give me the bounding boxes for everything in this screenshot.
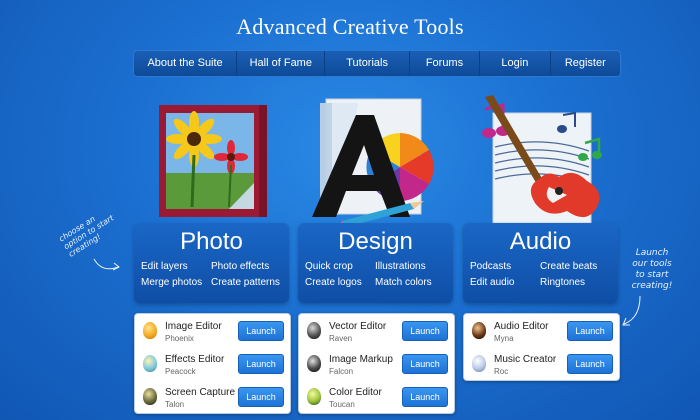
nav-tutorials[interactable]: Tutorials xyxy=(325,51,410,76)
audio-panel: Audio Podcasts Create beats Edit audio R… xyxy=(463,223,618,303)
tool-name: Audio Editor xyxy=(494,321,549,332)
tool-screen-capture: Screen Capture Talon Launch xyxy=(135,380,290,413)
hint-left-arrow-icon xyxy=(93,258,120,271)
link-create-beats[interactable]: Create beats xyxy=(540,261,625,272)
phoenix-egg-icon xyxy=(143,322,157,339)
hint-left-text: choose an option to start creating! xyxy=(57,213,116,259)
tool-name: Color Editor xyxy=(329,387,382,398)
tool-vector-editor: Vector Editor Raven Launch xyxy=(299,314,454,347)
top-nav: About the Suite Hall of Fame Tutorials F… xyxy=(133,50,621,77)
link-match-colors[interactable]: Match colors xyxy=(375,277,460,288)
tool-name: Vector Editor xyxy=(329,321,387,332)
nav-forums[interactable]: Forums xyxy=(410,51,481,76)
design-illustration xyxy=(298,95,453,227)
design-links: Quick crop Illustrations Create logos Ma… xyxy=(298,261,453,288)
tool-codename: Phoenix xyxy=(165,334,194,343)
launch-effects-editor-button[interactable]: Launch xyxy=(238,354,284,374)
nav-login[interactable]: Login xyxy=(480,51,551,76)
launch-image-editor-button[interactable]: Launch xyxy=(238,321,284,341)
audio-tools-list: Audio Editor Myna Launch Music Creator R… xyxy=(463,313,620,381)
tool-name: Screen Capture xyxy=(165,387,236,398)
talon-egg-icon xyxy=(143,388,157,405)
falcon-egg-icon xyxy=(307,355,321,372)
hint-right-arrow-icon xyxy=(622,295,641,326)
link-create-logos[interactable]: Create logos xyxy=(305,277,375,288)
tool-codename: Talon xyxy=(165,400,185,409)
design-column: Design Quick crop Illustrations Create l… xyxy=(298,95,455,414)
link-podcasts[interactable]: Podcasts xyxy=(470,261,540,272)
audio-column: Audio Podcasts Create beats Edit audio R… xyxy=(463,95,620,381)
tool-codename: Toucan xyxy=(329,400,355,409)
tool-codename: Roc xyxy=(494,367,509,376)
launch-music-creator-button[interactable]: Launch xyxy=(567,354,613,374)
tool-color-editor: Color Editor Toucan Launch xyxy=(299,380,454,413)
photo-panel: Photo Edit layers Photo effects Merge ph… xyxy=(134,223,289,303)
audio-illustration xyxy=(463,95,618,225)
launch-screen-capture-button[interactable]: Launch xyxy=(238,387,284,407)
design-tools-list: Vector Editor Raven Launch Image Markup … xyxy=(298,313,455,414)
tool-name: Image Markup xyxy=(329,354,393,365)
tool-music-creator: Music Creator Roc Launch xyxy=(464,347,619,380)
photo-column: Photo Edit layers Photo effects Merge ph… xyxy=(134,95,291,414)
launch-color-editor-button[interactable]: Launch xyxy=(402,387,448,407)
photo-tools-list: Image Editor Phoenix Launch Effects Edit… xyxy=(134,313,291,414)
audio-guitar-icon xyxy=(482,95,602,224)
hint-right-text: Launch our tools to start creating! xyxy=(631,248,673,291)
tool-image-markup: Image Markup Falcon Launch xyxy=(299,347,454,380)
launch-audio-editor-button[interactable]: Launch xyxy=(567,321,613,341)
tool-image-editor: Image Editor Phoenix Launch xyxy=(135,314,290,347)
hint-left: choose an option to start creating! xyxy=(57,204,122,259)
link-quick-crop[interactable]: Quick crop xyxy=(305,261,375,272)
hint-right: Launch our tools to start creating! xyxy=(628,248,676,292)
roc-egg-icon xyxy=(472,355,486,372)
link-edit-audio[interactable]: Edit audio xyxy=(470,277,540,288)
tool-name: Image Editor xyxy=(165,321,222,332)
photo-frame-icon xyxy=(159,105,267,217)
tool-effects-editor: Effects Editor Peacock Launch xyxy=(135,347,290,380)
photo-illustration xyxy=(134,95,289,225)
raven-egg-icon xyxy=(307,322,321,339)
link-ringtones[interactable]: Ringtones xyxy=(540,277,625,288)
photo-links: Edit layers Photo effects Merge photos C… xyxy=(134,261,289,288)
audio-links: Podcasts Create beats Edit audio Rington… xyxy=(463,261,618,288)
link-photo-effects[interactable]: Photo effects xyxy=(211,261,296,272)
design-letter-a-icon xyxy=(312,98,434,227)
link-illustrations[interactable]: Illustrations xyxy=(375,261,460,272)
link-create-patterns[interactable]: Create patterns xyxy=(211,277,296,288)
tool-codename: Peacock xyxy=(165,367,196,376)
toucan-egg-icon xyxy=(307,388,321,405)
tool-codename: Myna xyxy=(494,334,514,343)
tool-codename: Falcon xyxy=(329,367,354,376)
page-title: Advanced Creative Tools xyxy=(236,14,464,39)
design-title: Design xyxy=(338,228,413,255)
tool-name: Effects Editor xyxy=(165,354,225,365)
audio-title: Audio xyxy=(509,228,572,255)
link-edit-layers[interactable]: Edit layers xyxy=(141,261,211,272)
photo-title: Photo xyxy=(180,228,243,255)
link-merge-photos[interactable]: Merge photos xyxy=(141,277,211,288)
nav-hall-of-fame[interactable]: Hall of Fame xyxy=(237,51,326,76)
launch-image-markup-button[interactable]: Launch xyxy=(402,354,448,374)
design-panel: Design Quick crop Illustrations Create l… xyxy=(298,223,453,303)
myna-egg-icon xyxy=(472,322,486,339)
tool-audio-editor: Audio Editor Myna Launch xyxy=(464,314,619,347)
tool-codename: Raven xyxy=(329,334,353,343)
launch-vector-editor-button[interactable]: Launch xyxy=(402,321,448,341)
tool-name: Music Creator xyxy=(494,354,557,365)
peacock-egg-icon xyxy=(143,355,157,372)
nav-register[interactable]: Register xyxy=(551,51,620,76)
nav-about[interactable]: About the Suite xyxy=(134,51,238,76)
